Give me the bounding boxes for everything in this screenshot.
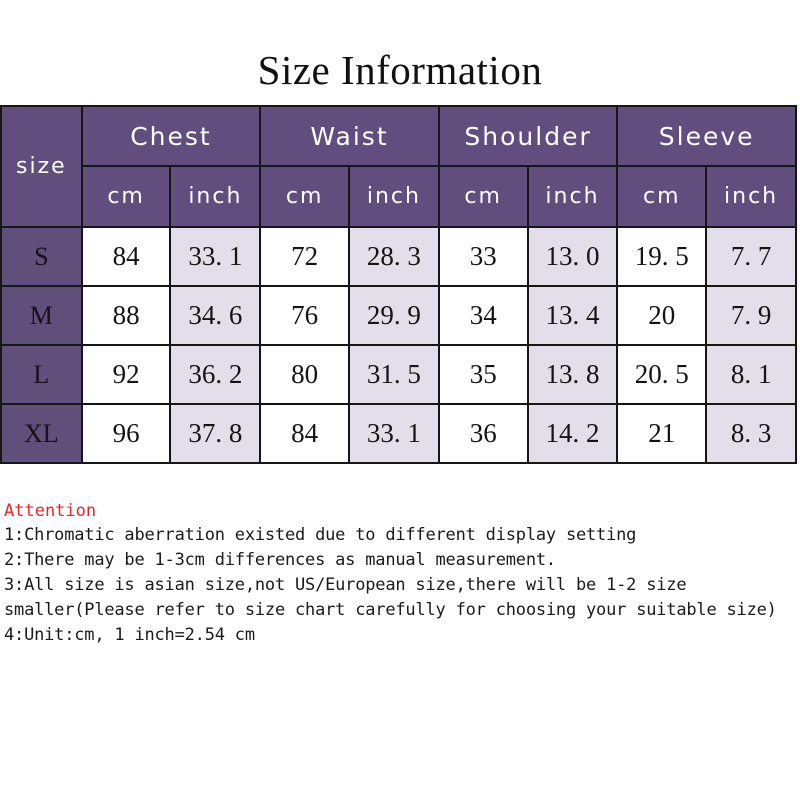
attention-block: Attention 1:Chromatic aberration existed… — [4, 499, 794, 648]
cell-shoulder-inch: 14. 2 — [526, 403, 619, 464]
cell-waist-cm: 72 — [259, 226, 351, 287]
cell-sleeve-cm: 20. 5 — [616, 344, 708, 405]
table-row: XL 96 37. 8 84 33. 1 36 14. 2 21 8. 3 — [0, 403, 797, 464]
cell-sleeve-inch: 8. 1 — [705, 344, 797, 405]
header-unit-shoulder-inch: inch — [526, 165, 619, 228]
cell-waist-inch: 33. 1 — [348, 403, 440, 464]
header-unit-chest-inch: inch — [169, 165, 262, 228]
table-header: size Chest Waist Shoulder Sleeve cm inch… — [0, 105, 797, 228]
cell-waist-cm: 76 — [259, 285, 351, 346]
table-body: S 84 33. 1 72 28. 3 33 13. 0 19. 5 7. 7 … — [0, 226, 797, 464]
cell-shoulder-inch: 13. 4 — [526, 285, 619, 346]
header-group-shoulder: Shoulder — [437, 105, 619, 167]
cell-chest-inch: 36. 2 — [169, 344, 262, 405]
cell-waist-cm: 80 — [259, 344, 351, 405]
cell-sleeve-cm: 21 — [616, 403, 708, 464]
cell-shoulder-cm: 35 — [437, 344, 529, 405]
cell-waist-inch: 29. 9 — [348, 285, 440, 346]
cell-shoulder-cm: 34 — [437, 285, 529, 346]
table-row: L 92 36. 2 80 31. 5 35 13. 8 20. 5 8. 1 — [0, 344, 797, 405]
row-size-label: S — [0, 226, 83, 287]
header-unit-row: cm inch cm inch cm inch cm inch — [1, 165, 797, 228]
header-unit-sleeve-cm: cm — [616, 165, 708, 228]
cell-shoulder-cm: 33 — [437, 226, 529, 287]
attention-note-4: 4:Unit:cm, 1 inch=2.54 cm — [4, 625, 255, 645]
cell-waist-inch: 28. 3 — [348, 226, 440, 287]
header-group-sleeve: Sleeve — [616, 105, 797, 167]
cell-waist-cm: 84 — [259, 403, 351, 464]
header-unit-waist-inch: inch — [348, 165, 440, 228]
header-size-label: size — [0, 105, 83, 228]
row-size-label: XL — [0, 403, 83, 464]
header-group-chest: Chest — [80, 105, 262, 167]
attention-note-2: 2:There may be 1-3cm differences as manu… — [4, 550, 556, 570]
cell-chest-cm: 88 — [80, 285, 172, 346]
cell-sleeve-inch: 8. 3 — [705, 403, 797, 464]
attention-note-3: 3:All size is asian size,not US/European… — [4, 575, 777, 620]
cell-shoulder-inch: 13. 8 — [526, 344, 619, 405]
cell-sleeve-inch: 7. 9 — [705, 285, 797, 346]
cell-sleeve-cm: 19. 5 — [616, 226, 708, 287]
header-unit-sleeve-inch: inch — [705, 165, 797, 228]
cell-waist-inch: 31. 5 — [348, 344, 440, 405]
row-size-label: L — [0, 344, 83, 405]
cell-sleeve-inch: 7. 7 — [705, 226, 797, 287]
table-row: S 84 33. 1 72 28. 3 33 13. 0 19. 5 7. 7 — [0, 226, 797, 287]
cell-shoulder-inch: 13. 0 — [526, 226, 619, 287]
row-size-label: M — [0, 285, 83, 346]
header-unit-chest-cm: cm — [80, 165, 172, 228]
header-group-waist: Waist — [259, 105, 440, 167]
cell-chest-inch: 37. 8 — [169, 403, 262, 464]
size-chart-page: Size Information size Chest Waist Should… — [0, 0, 800, 800]
page-title: Size Information — [257, 47, 543, 93]
attention-note-1: 1:Chromatic aberration existed due to di… — [4, 525, 637, 545]
table-row: M 88 34. 6 76 29. 9 34 13. 4 20 7. 9 — [0, 285, 797, 346]
size-table-container: size Chest Waist Shoulder Sleeve cm inch… — [0, 105, 797, 464]
cell-chest-inch: 34. 6 — [169, 285, 262, 346]
cell-chest-cm: 84 — [80, 226, 172, 287]
cell-chest-cm: 96 — [80, 403, 172, 464]
header-unit-shoulder-cm: cm — [437, 165, 529, 228]
cell-sleeve-cm: 20 — [616, 285, 708, 346]
attention-heading: Attention — [4, 501, 97, 521]
header-group-row: size Chest Waist Shoulder Sleeve — [0, 105, 797, 228]
cell-chest-inch: 33. 1 — [169, 226, 262, 287]
cell-shoulder-cm: 36 — [437, 403, 529, 464]
cell-chest-cm: 92 — [80, 344, 172, 405]
header-unit-waist-cm: cm — [259, 165, 351, 228]
size-table: size Chest Waist Shoulder Sleeve cm inch… — [0, 105, 797, 464]
